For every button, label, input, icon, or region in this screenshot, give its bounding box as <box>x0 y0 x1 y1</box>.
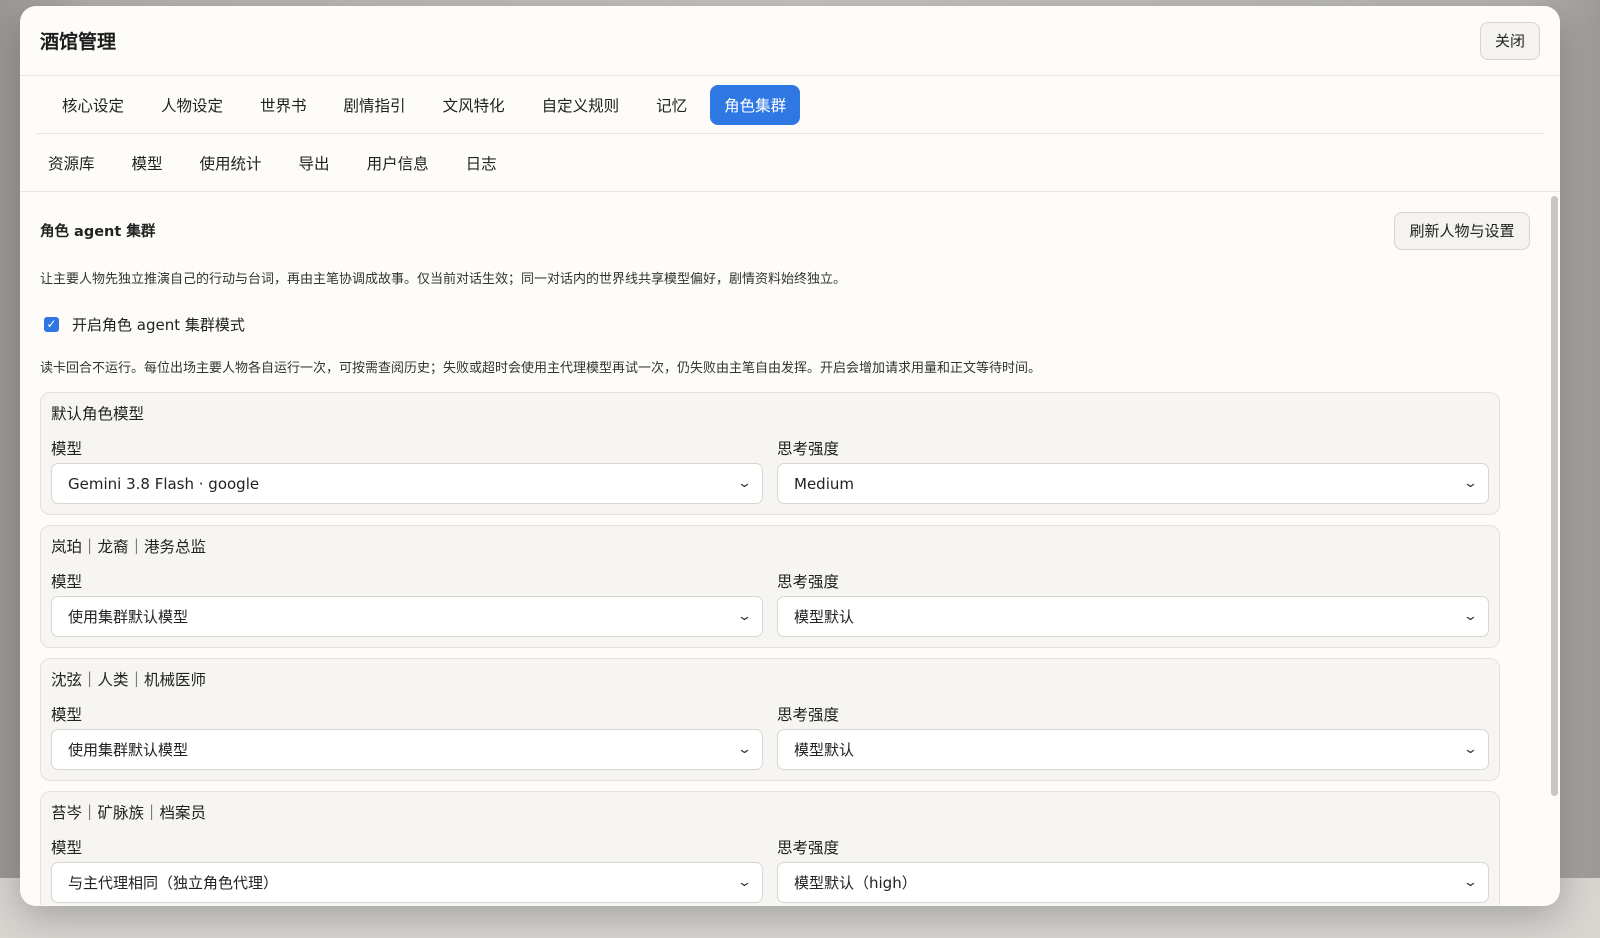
model-select[interactable]: 使用集群默认模型 ⌄ <box>51 729 763 770</box>
thinking-select-value: 模型默认 <box>794 741 855 759</box>
tab-memory[interactable]: 记忆 <box>642 85 701 125</box>
tab-style[interactable]: 文风特化 <box>429 85 519 125</box>
tavern-management-modal: 酒馆管理 关闭 核心设定 人物设定 世界书 剧情指引 文风特化 自定义规则 记忆… <box>20 6 1560 906</box>
subtab-user-info[interactable]: 用户信息 <box>353 143 443 183</box>
chevron-down-icon: ⌄ <box>1462 476 1479 491</box>
main-tabs: 核心设定 人物设定 世界书 剧情指引 文风特化 自定义规则 记忆 角色集群 <box>36 76 1544 134</box>
model-select[interactable]: Gemini 3.8 Flash · google ⌄ <box>51 463 763 504</box>
character-card: 沈弦｜人类｜机械医师 模型 使用集群默认模型 ⌄ 思考强度 模型默认 ⌄ <box>40 658 1500 781</box>
section-title: 角色 agent 集群 <box>40 224 156 240</box>
card-title: 岚珀｜龙裔｜港务总监 <box>51 538 207 556</box>
thinking-label: 思考强度 <box>777 573 840 591</box>
model-select[interactable]: 使用集群默认模型 ⌄ <box>51 596 763 637</box>
model-label: 模型 <box>51 839 83 857</box>
thinking-select-value: 模型默认 <box>794 608 855 626</box>
tab-character-cluster[interactable]: 角色集群 <box>710 84 801 125</box>
thinking-select-value: 模型默认（high） <box>794 874 917 892</box>
tab-character-settings[interactable]: 人物设定 <box>147 85 237 125</box>
thinking-select-value: Medium <box>794 474 854 493</box>
close-button[interactable]: 关闭 <box>1480 21 1540 60</box>
card-title: 沈弦｜人类｜机械医师 <box>51 671 207 689</box>
modal-header: 酒馆管理 关闭 <box>20 6 1560 76</box>
model-label: 模型 <box>51 573 83 591</box>
model-select-value: 使用集群默认模型 <box>68 608 189 626</box>
character-card: 苔岑｜矿脉族｜档案员 模型 与主代理相同（独立角色代理） ⌄ 思考强度 模型默认… <box>40 791 1500 905</box>
cluster-settings-panel: 角色 agent 集群 刷新人物与设置 让主要人物先独立推演自己的行动与台词，再… <box>20 192 1560 905</box>
chevron-down-icon: ⌄ <box>1462 609 1479 624</box>
subtab-export[interactable]: 导出 <box>285 143 344 183</box>
enable-cluster-row[interactable]: ✓ 开启角色 agent 集群模式 <box>40 315 1530 334</box>
sub-tabs: 资源库 模型 使用统计 导出 用户信息 日志 <box>20 134 1560 192</box>
card-title: 默认角色模型 <box>51 405 145 423</box>
tab-custom-rules[interactable]: 自定义规则 <box>528 85 634 125</box>
thinking-label: 思考强度 <box>777 839 840 857</box>
scrollbar[interactable] <box>1551 196 1558 796</box>
enable-cluster-checkbox[interactable]: ✓ <box>44 316 59 332</box>
model-select[interactable]: 与主代理相同（独立角色代理） ⌄ <box>51 862 763 903</box>
chevron-down-icon: ⌄ <box>1462 742 1479 757</box>
model-label: 模型 <box>51 440 83 458</box>
subtab-resources[interactable]: 资源库 <box>34 143 109 183</box>
subtab-logs[interactable]: 日志 <box>452 143 511 183</box>
subtab-usage-stats[interactable]: 使用统计 <box>186 143 276 183</box>
model-label: 模型 <box>51 706 83 724</box>
modal-title: 酒馆管理 <box>40 31 117 53</box>
cluster-note: 读卡回合不运行。每位出场主要人物各自运行一次，可按需查阅历史；失败或超时会使用主… <box>40 361 1042 376</box>
thinking-label: 思考强度 <box>777 440 840 458</box>
enable-cluster-label: 开启角色 agent 集群模式 <box>72 315 245 334</box>
card-title: 苔岑｜矿脉族｜档案员 <box>51 804 207 822</box>
subtab-models[interactable]: 模型 <box>118 143 177 183</box>
thinking-select[interactable]: Medium ⌄ <box>777 463 1489 504</box>
default-model-card: 默认角色模型 模型 Gemini 3.8 Flash · google ⌄ 思考… <box>40 392 1500 515</box>
chevron-down-icon: ⌄ <box>736 742 753 757</box>
chevron-down-icon: ⌄ <box>1462 875 1479 890</box>
thinking-select[interactable]: 模型默认（high） ⌄ <box>777 862 1489 903</box>
thinking-label: 思考强度 <box>777 706 840 724</box>
section-header: 角色 agent 集群 刷新人物与设置 <box>40 192 1530 267</box>
refresh-characters-button[interactable]: 刷新人物与设置 <box>1394 211 1530 250</box>
model-select-value: 与主代理相同（独立角色代理） <box>68 874 279 892</box>
tab-core-settings[interactable]: 核心设定 <box>48 85 138 125</box>
checkmark-icon: ✓ <box>46 317 57 331</box>
thinking-select[interactable]: 模型默认 ⌄ <box>777 729 1489 770</box>
thinking-select[interactable]: 模型默认 ⌄ <box>777 596 1489 637</box>
character-card: 岚珀｜龙裔｜港务总监 模型 使用集群默认模型 ⌄ 思考强度 模型默认 ⌄ <box>40 525 1500 648</box>
model-select-value: 使用集群默认模型 <box>68 741 189 759</box>
model-select-value: Gemini 3.8 Flash · google <box>68 474 260 493</box>
chevron-down-icon: ⌄ <box>736 476 753 491</box>
chevron-down-icon: ⌄ <box>736 875 753 890</box>
tab-plot-guide[interactable]: 剧情指引 <box>330 85 420 125</box>
chevron-down-icon: ⌄ <box>736 609 753 624</box>
section-description: 让主要人物先独立推演自己的行动与台词，再由主笔协调成故事。仅当前对话生效；同一对… <box>40 272 847 287</box>
tab-world-book[interactable]: 世界书 <box>246 85 321 125</box>
